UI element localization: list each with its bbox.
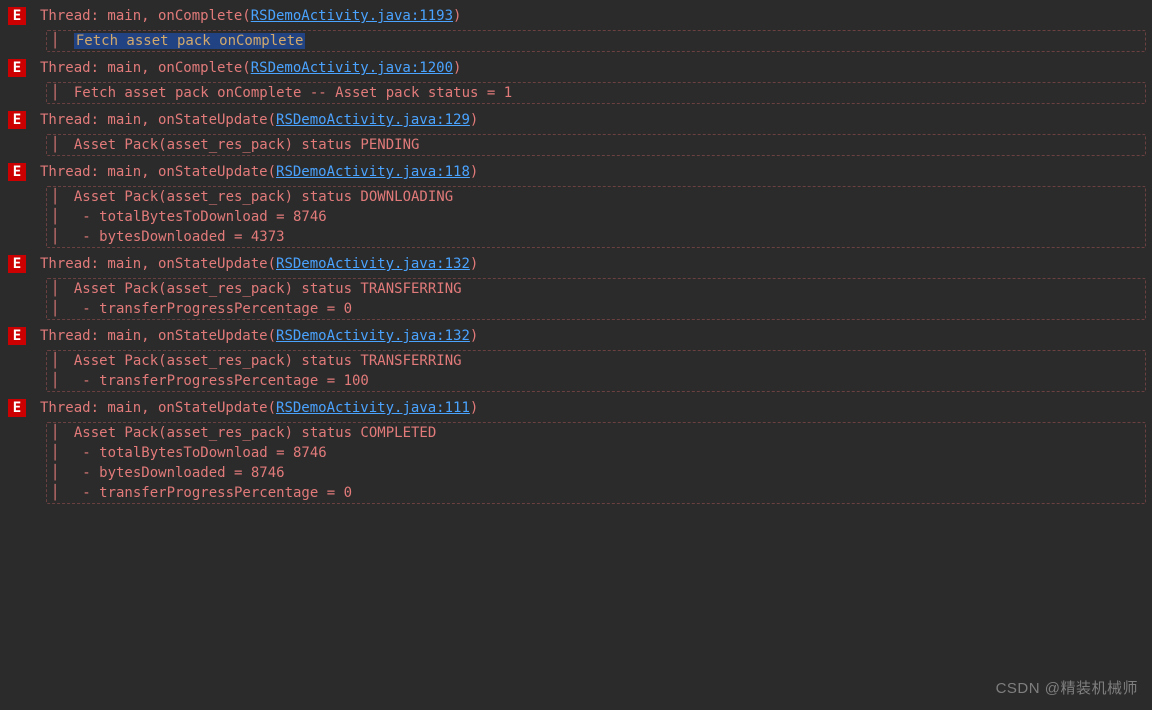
- message-line: │ Asset Pack(asset_res_pack) status TRAN…: [47, 351, 1145, 371]
- pipe-icon: │: [47, 33, 74, 49]
- log-header: E Thread: main, onComplete(RSDemoActivity…: [8, 58, 1152, 78]
- pipe-icon: │: [47, 485, 74, 501]
- message-line: │ Asset Pack(asset_res_pack) status TRAN…: [47, 279, 1145, 299]
- message-box: │ Asset Pack(asset_res_pack) status COMP…: [46, 422, 1146, 504]
- message-text: Asset Pack(asset_res_pack) status TRANSF…: [74, 353, 462, 369]
- log-header: E Thread: main, onStateUpdate(RSDemoActiv…: [8, 110, 1152, 130]
- header-prefix: Thread: main, onComplete(: [40, 8, 251, 24]
- highlighted-text: Fetch asset pack onComplete: [74, 33, 306, 49]
- message-line: │ - transferProgressPercentage = 100: [47, 371, 1145, 391]
- header-suffix: ): [470, 164, 478, 180]
- message-line: │ Fetch asset pack onComplete: [47, 31, 1145, 51]
- level-badge: E: [8, 163, 26, 181]
- message-box: │ Fetch asset pack onComplete: [46, 30, 1146, 52]
- log-header: E Thread: main, onStateUpdate(RSDemoActiv…: [8, 326, 1152, 346]
- log-header: E Thread: main, onStateUpdate(RSDemoActiv…: [8, 254, 1152, 274]
- header-prefix: Thread: main, onStateUpdate(: [40, 112, 276, 128]
- log-entry: E Thread: main, onComplete(RSDemoActivity…: [8, 6, 1152, 52]
- pipe-icon: │: [47, 465, 74, 481]
- source-link[interactable]: RSDemoActivity.java:132: [276, 256, 470, 272]
- source-link[interactable]: RSDemoActivity.java:1193: [251, 8, 453, 24]
- message-line: │ - totalBytesToDownload = 8746: [47, 207, 1145, 227]
- log-container: EThread: main, onComplete(RSDemoActivity…: [0, 0, 1152, 516]
- log-entry: E Thread: main, onComplete(RSDemoActivity…: [8, 58, 1152, 104]
- message-line: │ - bytesDownloaded = 8746: [47, 463, 1145, 483]
- message-line: │ Fetch asset pack onComplete -- Asset p…: [47, 83, 1145, 103]
- message-text: - totalBytesToDownload = 8746: [74, 209, 327, 225]
- header-suffix: ): [470, 400, 478, 416]
- header-prefix: Thread: main, onStateUpdate(: [40, 400, 276, 416]
- header-prefix: Thread: main, onStateUpdate(: [40, 256, 276, 272]
- log-entry: E Thread: main, onStateUpdate(RSDemoActiv…: [8, 254, 1152, 320]
- header-suffix: ): [470, 328, 478, 344]
- pipe-icon: │: [47, 373, 74, 389]
- level-badge: E: [8, 255, 26, 273]
- pipe-icon: │: [47, 425, 74, 441]
- level-badge: E: [8, 327, 26, 345]
- log-header: E Thread: main, onComplete(RSDemoActivity…: [8, 6, 1152, 26]
- log-entry: E Thread: main, onStateUpdate(RSDemoActiv…: [8, 398, 1152, 504]
- pipe-icon: │: [47, 209, 74, 225]
- message-text: Asset Pack(asset_res_pack) status TRANSF…: [74, 281, 462, 297]
- pipe-icon: │: [47, 445, 74, 461]
- pipe-icon: │: [47, 189, 74, 205]
- header-prefix: Thread: main, onStateUpdate(: [40, 328, 276, 344]
- message-line: │ - totalBytesToDownload = 8746: [47, 443, 1145, 463]
- message-text: - totalBytesToDownload = 8746: [74, 445, 327, 461]
- pipe-icon: │: [47, 229, 74, 245]
- message-box: │ Asset Pack(asset_res_pack) status PEND…: [46, 134, 1146, 156]
- message-text: Asset Pack(asset_res_pack) status COMPLE…: [74, 425, 436, 441]
- pipe-icon: │: [47, 301, 74, 317]
- header-suffix: ): [470, 112, 478, 128]
- log-entry: E Thread: main, onStateUpdate(RSDemoActiv…: [8, 110, 1152, 156]
- header-prefix: Thread: main, onComplete(: [40, 60, 251, 76]
- log-header: E Thread: main, onStateUpdate(RSDemoActiv…: [8, 162, 1152, 182]
- header-suffix: ): [470, 256, 478, 272]
- message-box: │ Asset Pack(asset_res_pack) status TRAN…: [46, 278, 1146, 320]
- level-badge: E: [8, 399, 26, 417]
- level-badge: E: [8, 7, 26, 25]
- message-text: - transferProgressPercentage = 100: [74, 373, 369, 389]
- pipe-icon: │: [47, 281, 74, 297]
- pipe-icon: │: [47, 353, 74, 369]
- message-text: Asset Pack(asset_res_pack) status DOWNLO…: [74, 189, 453, 205]
- message-line: │ Asset Pack(asset_res_pack) status COMP…: [47, 423, 1145, 443]
- message-text: Asset Pack(asset_res_pack) status PENDIN…: [74, 137, 420, 153]
- message-text: - bytesDownloaded = 8746: [74, 465, 285, 481]
- log-header: E Thread: main, onStateUpdate(RSDemoActiv…: [8, 398, 1152, 418]
- message-box: │ Asset Pack(asset_res_pack) status TRAN…: [46, 350, 1146, 392]
- source-link[interactable]: RSDemoActivity.java:132: [276, 328, 470, 344]
- log-entry: E Thread: main, onStateUpdate(RSDemoActiv…: [8, 326, 1152, 392]
- pipe-icon: │: [47, 137, 74, 153]
- message-box: │ Fetch asset pack onComplete -- Asset p…: [46, 82, 1146, 104]
- level-badge: E: [8, 111, 26, 129]
- source-link[interactable]: RSDemoActivity.java:129: [276, 112, 470, 128]
- header-prefix: Thread: main, onStateUpdate(: [40, 164, 276, 180]
- source-link[interactable]: RSDemoActivity.java:118: [276, 164, 470, 180]
- message-text: - transferProgressPercentage = 0: [74, 301, 352, 317]
- message-line: │ Asset Pack(asset_res_pack) status DOWN…: [47, 187, 1145, 207]
- message-box: │ Asset Pack(asset_res_pack) status DOWN…: [46, 186, 1146, 248]
- header-suffix: ): [453, 60, 461, 76]
- source-link[interactable]: RSDemoActivity.java:1200: [251, 60, 453, 76]
- level-badge: E: [8, 59, 26, 77]
- message-line: │ - bytesDownloaded = 4373: [47, 227, 1145, 247]
- pipe-icon: │: [47, 85, 74, 101]
- message-line: │ Asset Pack(asset_res_pack) status PEND…: [47, 135, 1145, 155]
- header-suffix: ): [453, 8, 461, 24]
- message-text: - bytesDownloaded = 4373: [74, 229, 285, 245]
- message-line: │ - transferProgressPercentage = 0: [47, 299, 1145, 319]
- message-line: │ - transferProgressPercentage = 0: [47, 483, 1145, 503]
- message-text: - transferProgressPercentage = 0: [74, 485, 352, 501]
- log-entry: E Thread: main, onStateUpdate(RSDemoActiv…: [8, 162, 1152, 248]
- message-text: Fetch asset pack onComplete -- Asset pac…: [74, 85, 512, 101]
- watermark: CSDN @精装机械师: [996, 677, 1138, 698]
- source-link[interactable]: RSDemoActivity.java:111: [276, 400, 470, 416]
